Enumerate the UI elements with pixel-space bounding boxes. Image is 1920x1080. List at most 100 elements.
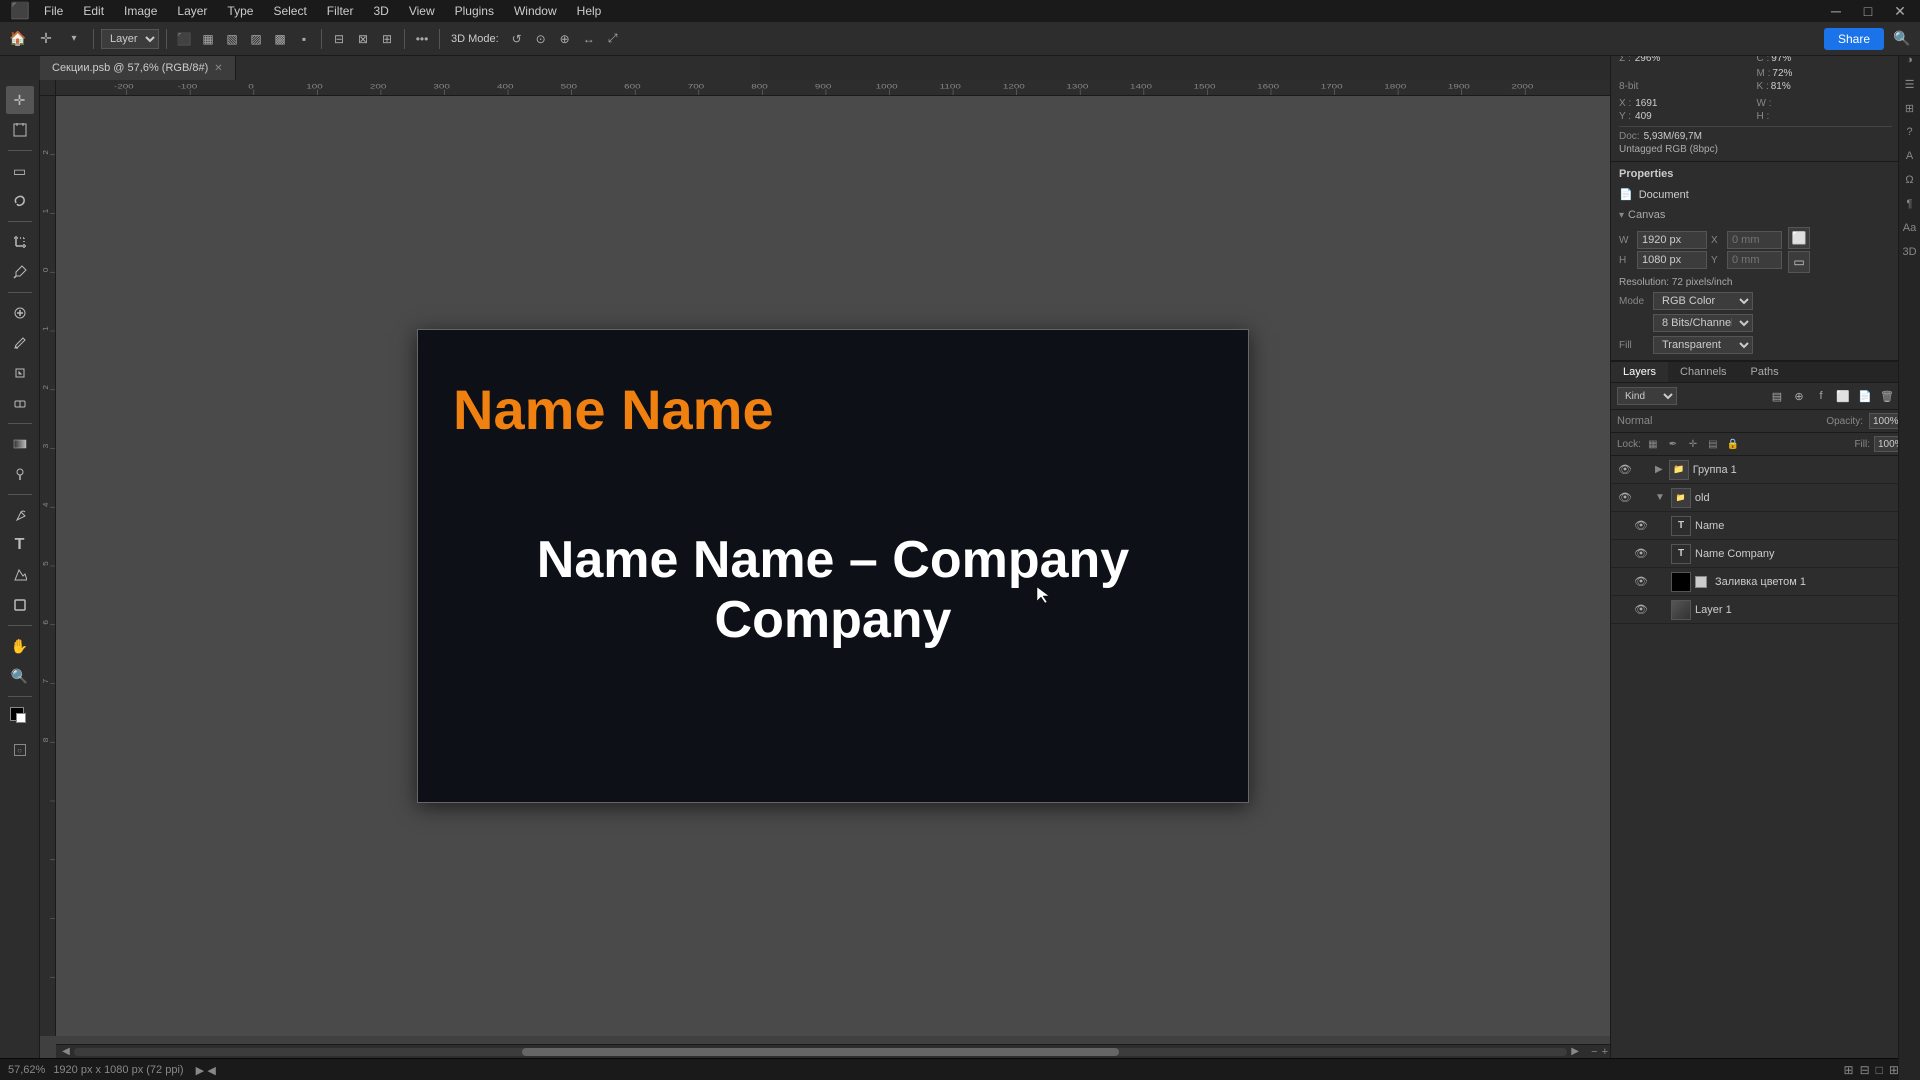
layer-vis-layer1[interactable]: 👁 [1633,602,1649,618]
paths-tab[interactable]: Paths [1739,362,1791,382]
portrait-btn[interactable]: ⬜ [1788,227,1810,249]
menu-file[interactable]: File [36,2,71,20]
menu-image[interactable]: Image [116,2,165,20]
layer-vis-namecompany[interactable]: 👁 [1633,546,1649,562]
move-tool-option[interactable]: ✛ [34,27,58,51]
3d-scale-btn[interactable]: ⤢ [603,29,623,49]
layers-tab[interactable]: Layers [1611,362,1668,382]
distribute-right-btn[interactable]: ⊞ [377,29,397,49]
layer-kind-select[interactable]: Kind [1617,387,1677,405]
layer-item-name[interactable]: 👁 T Name [1611,512,1920,540]
menu-select[interactable]: Select [265,2,314,20]
hscroll-track[interactable] [74,1048,1567,1056]
3d-slide-btn[interactable]: ↔ [579,29,599,49]
layer-arrow-gruppe1[interactable]: ▶ [1655,464,1663,475]
canvas-y-input[interactable] [1727,251,1782,269]
character-icon[interactable]: Aa [1902,220,1918,236]
layer-vis-fill[interactable]: 👁 [1633,574,1649,590]
ps-logo[interactable]: ⬛ [8,0,32,23]
mask-btn[interactable]: ⬜ [1834,387,1852,405]
lock-transparent-btn[interactable]: ▦ [1645,436,1661,452]
canvas-height-input[interactable] [1637,251,1707,269]
arrange-btn[interactable]: ⊞ [1844,1063,1854,1077]
distribute-center-btn[interactable]: ⊠ [353,29,373,49]
shape-tool[interactable] [6,591,34,619]
gradient-tool[interactable] [6,430,34,458]
quick-mask-btn[interactable]: ○ [14,744,26,756]
zoom-tool[interactable]: 🔍 [6,662,34,690]
type-tool[interactable]: T [6,531,34,559]
doc-tab-active[interactable]: Секции.psb @ 57,6% (RGB/8#) ✕ [40,56,236,80]
zoom-in-btn[interactable]: + [1602,1046,1608,1058]
3d-rotate-btn[interactable]: ↺ [507,29,527,49]
canvas-x-input[interactable] [1727,231,1782,249]
minimize-btn[interactable]: ─ [1824,0,1848,23]
layer-style-btn[interactable]: f [1812,387,1830,405]
layer-item-gruppe1[interactable]: 👁 ▶ 📁 Группа 1 [1611,456,1920,484]
doc-tab-close-btn[interactable]: ✕ [214,63,222,74]
layer-vis-old[interactable]: 👁 [1617,490,1633,506]
align-left-btn[interactable]: ⬛ [174,29,194,49]
foreground-color[interactable] [6,703,34,731]
canvas-width-input[interactable] [1637,231,1707,249]
new-group-btn[interactable]: ▤ [1768,387,1786,405]
canvas-section-header[interactable]: ▾ Canvas [1619,209,1892,221]
plugins-icon[interactable]: ⊞ [1902,100,1918,116]
menu-3d[interactable]: 3D [365,2,396,20]
dodge-tool[interactable] [6,460,34,488]
align-top-btn[interactable]: ▨ [246,29,266,49]
hscroll-right-btn[interactable]: ▶ [1567,1046,1583,1057]
lock-image-btn[interactable]: ✒ [1665,436,1681,452]
bits-select[interactable]: 8 Bits/Channel [1653,314,1753,332]
zoom-out-btn[interactable]: − [1591,1046,1597,1058]
menu-plugins[interactable]: Plugins [447,2,502,20]
glyphs-icon[interactable]: Ω [1902,172,1918,188]
spot-healing-tool[interactable] [6,299,34,327]
hscroll-left-btn[interactable]: ◀ [58,1046,74,1057]
move-tool[interactable]: ✛ [6,86,34,114]
menu-layer[interactable]: Layer [169,2,215,20]
distribute-left-btn[interactable]: ⊟ [329,29,349,49]
eraser-tool[interactable] [6,389,34,417]
menu-edit[interactable]: Edit [75,2,112,20]
learn-icon[interactable]: ? [1902,124,1918,140]
menu-type[interactable]: Type [219,2,261,20]
menu-view[interactable]: View [401,2,443,20]
3d-roll-btn[interactable]: ⊙ [531,29,551,49]
home-btn[interactable]: 🏠 [6,27,30,51]
layer-select[interactable]: Layer [101,29,159,49]
hand-tool[interactable]: ✋ [6,632,34,660]
align-middle-btn[interactable]: ▩ [270,29,290,49]
crop-tool[interactable] [6,228,34,256]
paragraph-icon[interactable]: ¶ [1902,196,1918,212]
layer-item-layer1[interactable]: 👁 Layer 1 [1611,596,1920,624]
eyedropper-tool[interactable] [6,258,34,286]
align-center-btn[interactable]: ▦ [198,29,218,49]
close-btn[interactable]: ✕ [1888,0,1912,23]
channels-tab[interactable]: Channels [1668,362,1738,382]
3d-icon[interactable]: 3D [1902,244,1918,260]
fill-select[interactable]: Transparent [1653,336,1753,354]
3d-pan-btn[interactable]: ⊕ [555,29,575,49]
lock-position-btn[interactable]: ✛ [1685,436,1701,452]
lasso-tool[interactable] [6,187,34,215]
canvas-hscroll[interactable]: ◀ ▶ − + [56,1044,1610,1058]
layer-vis-name[interactable]: 👁 [1633,518,1649,534]
artboard-tool[interactable] [6,116,34,144]
libraries-icon[interactable]: ☰ [1902,76,1918,92]
menu-filter[interactable]: Filter [319,2,362,20]
hscroll-thumb[interactable] [522,1048,1119,1056]
mode-select[interactable]: RGB Color [1653,292,1753,310]
brush-tool[interactable] [6,329,34,357]
lock-artboard-btn[interactable]: ▤ [1705,436,1721,452]
menu-window[interactable]: Window [506,2,565,20]
align-bottom-btn[interactable]: ▪ [294,29,314,49]
layer-item-namecompany[interactable]: 👁 T Name Company [1611,540,1920,568]
expand-btn[interactable]: ▶ ◀ [196,1063,216,1077]
menu-help[interactable]: Help [569,2,610,20]
layer-vis-gruppe1[interactable]: 👁 [1617,462,1633,478]
tool-option-arrow[interactable]: ▾ [62,27,86,51]
layer-arrow-old[interactable]: ▼ [1655,492,1665,503]
path-selection-tool[interactable] [6,561,34,589]
layer-item-fill[interactable]: 👁 Заливка цветом 1 [1611,568,1920,596]
